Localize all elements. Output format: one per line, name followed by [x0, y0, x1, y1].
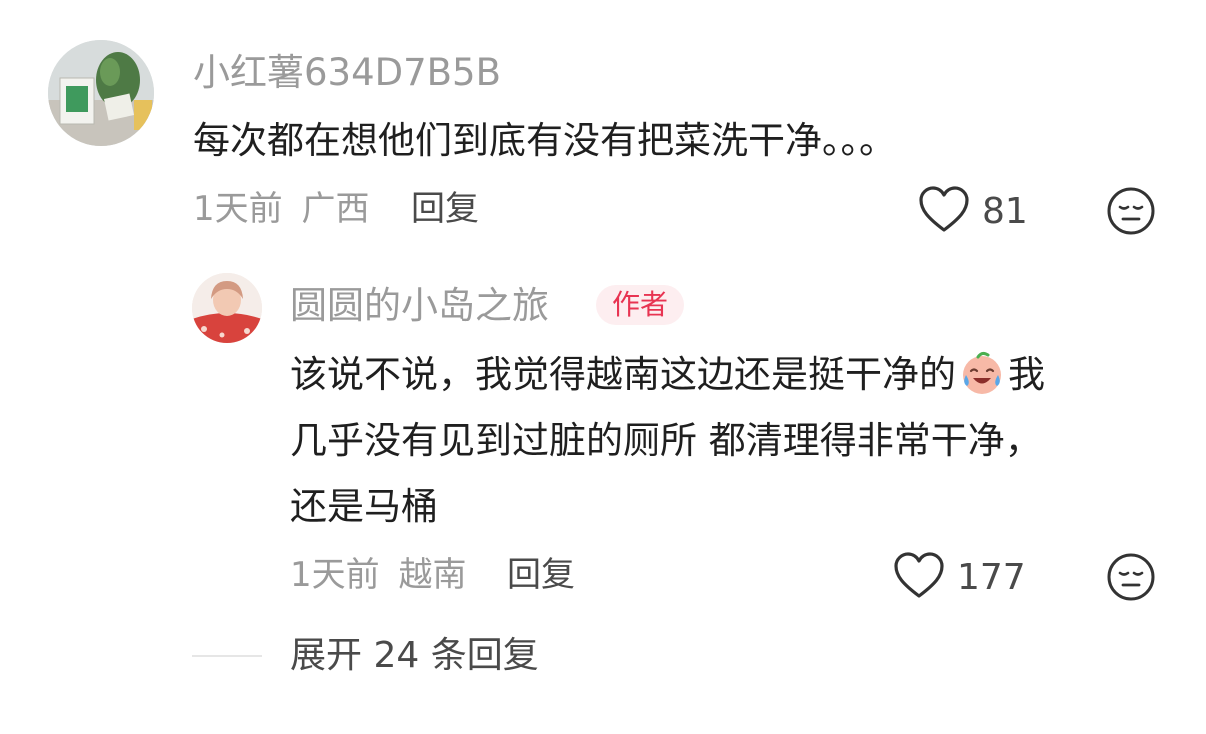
- comment-like-button[interactable]: [918, 186, 970, 234]
- comment-meta: 1天前 广西: [193, 192, 369, 226]
- author-username[interactable]: 圆圆的小岛之旅: [290, 287, 549, 324]
- comment-location: 广西: [301, 189, 370, 229]
- comment-reply-button[interactable]: 回复: [411, 192, 479, 226]
- commenter-avatar[interactable]: [48, 40, 154, 146]
- reply-like-button[interactable]: [893, 552, 945, 600]
- heart-outline-icon: [894, 552, 944, 598]
- reply-text-segment: 我: [1008, 353, 1045, 396]
- reply-location: 越南: [398, 555, 467, 595]
- reply-like-count: 177: [957, 557, 1026, 598]
- neutral-face-icon: [1107, 553, 1155, 601]
- reply-text-line-3: 还是马桶: [290, 485, 438, 528]
- commenter-username[interactable]: 小红薯634D7B5B: [193, 54, 501, 91]
- reply-time: 1天前: [290, 555, 380, 595]
- expand-divider: [192, 655, 262, 657]
- author-badge: 作者: [596, 285, 685, 325]
- comment-dislike-button[interactable]: [1106, 186, 1156, 236]
- expand-replies-button[interactable]: 展开 24 条回复: [290, 638, 539, 674]
- author-avatar[interactable]: [192, 273, 262, 343]
- neutral-face-icon: [1107, 187, 1155, 235]
- comment-time: 1天前: [193, 189, 283, 229]
- comment-text: 每次都在想他们到底有没有把菜洗干净。。。: [193, 119, 896, 162]
- crying-laughing-emoji-icon: [963, 351, 1001, 394]
- comment-like-count: 81: [982, 191, 1028, 232]
- reply-text-line-1: 该说不说，我觉得越南这边还是挺干净的 我: [290, 342, 1150, 408]
- heart-outline-icon: [919, 186, 969, 232]
- reply-dislike-button[interactable]: [1106, 552, 1156, 602]
- reply-text-segment: 该说不说，我觉得越南这边还是挺干净的: [290, 353, 956, 396]
- reply-text-line-2: 几乎没有见到过脏的厕所 都清理得非常干净，: [290, 419, 1042, 462]
- reply-meta: 1天前 越南: [290, 558, 466, 592]
- reply-reply-button[interactable]: 回复: [507, 558, 575, 592]
- reply-text: 该说不说，我觉得越南这边还是挺干净的 我 几乎没有见到过脏的厕所 都清理得非常干…: [290, 342, 1150, 540]
